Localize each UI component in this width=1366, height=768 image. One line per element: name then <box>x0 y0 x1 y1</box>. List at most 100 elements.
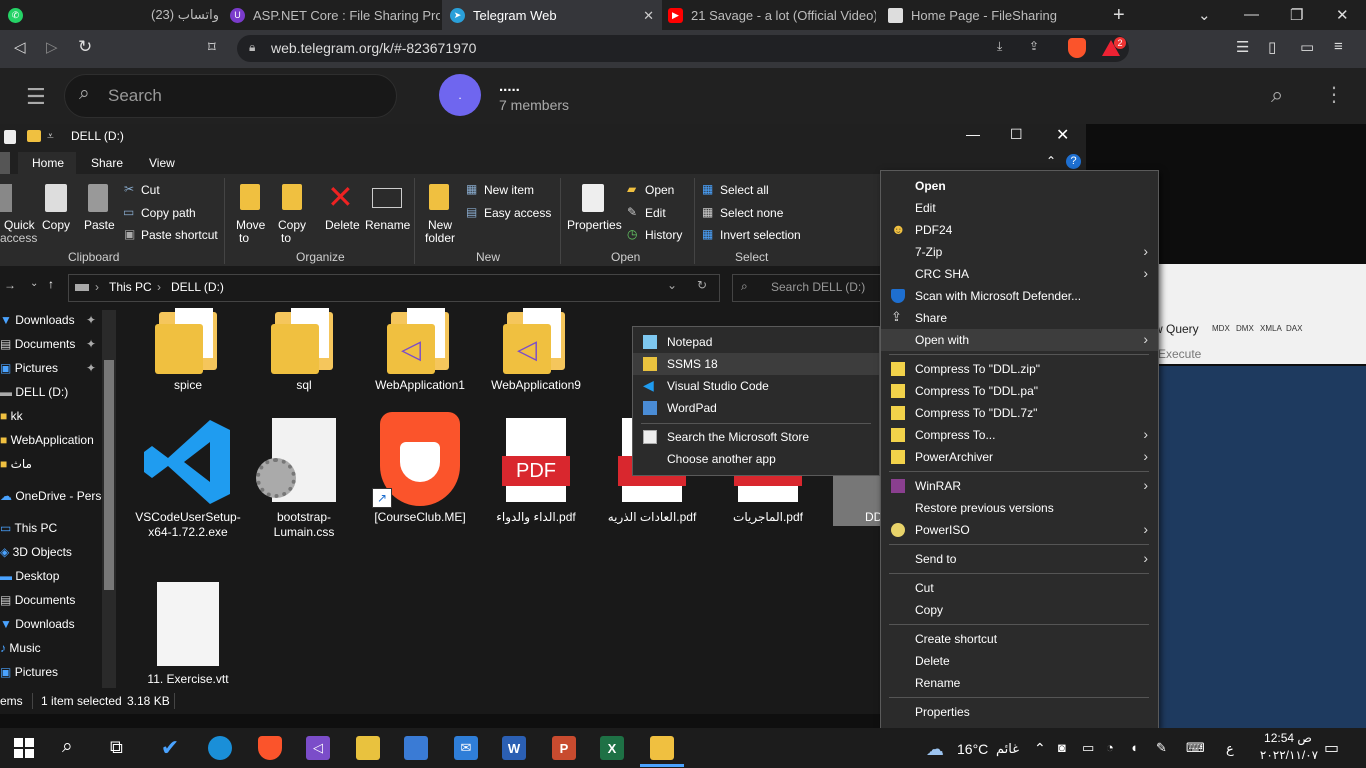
chevron-up-icon[interactable]: ⌃ <box>1034 740 1046 757</box>
file-item-label[interactable]: الماجريات.pdf <box>713 510 823 525</box>
menu-item-wordpad[interactable]: WordPad <box>633 397 879 419</box>
back-icon[interactable]: ◁ <box>14 38 26 56</box>
visual-studio-icon[interactable]: ◁ <box>306 736 330 760</box>
nav-item-downloads[interactable]: ▼ Downloads ✦ <box>0 313 96 327</box>
windows-start-icon[interactable] <box>14 738 34 758</box>
wallet-icon[interactable]: ▭ <box>1300 38 1314 56</box>
selected-file-item[interactable]: DD <box>833 476 882 526</box>
nav-item-documents-2[interactable]: ▤ Documents <box>0 593 75 607</box>
todo-icon[interactable]: ✔ <box>158 735 182 760</box>
file-item-label[interactable]: WebApplication9 <box>481 378 591 393</box>
menu-item-crc-sha[interactable]: CRC SHA › <box>881 263 1158 285</box>
menu-item-cut[interactable]: Cut <box>881 577 1158 599</box>
select-none-button[interactable]: Select none <box>720 206 783 220</box>
tab-aspnet[interactable]: U ASP.NET Core : File Sharing Project <box>230 0 440 30</box>
clock-time[interactable]: 12:54 ص <box>1258 731 1318 745</box>
install-icon[interactable]: ⤓ <box>997 39 1002 54</box>
copy-button[interactable]: Copy <box>42 218 70 232</box>
rename-button[interactable]: Rename <box>365 218 410 232</box>
nav-item-pictures-2[interactable]: ▣ Pictures <box>0 665 58 679</box>
restore-icon[interactable]: ❐ <box>1290 6 1303 24</box>
tab-home-page[interactable]: Home Page - FileSharing <box>888 0 1098 30</box>
menu-item-pdf24[interactable]: ☻ PDF24 <box>881 219 1158 241</box>
nav-item-3d-objects[interactable]: ◈ 3D Objects <box>0 545 72 559</box>
nav-item-math[interactable]: ■ ماث <box>0 457 32 471</box>
easy-access-button[interactable]: Easy access <box>484 206 551 220</box>
nav-item-music[interactable]: ♪ Music <box>0 641 41 655</box>
select-all-button[interactable]: Select all <box>720 183 769 197</box>
chat-search-icon[interactable]: ⌕ <box>1271 82 1283 108</box>
close-window-icon[interactable]: ✕ <box>1336 6 1349 24</box>
file-item-label[interactable]: bootstrap-Lumain.css <box>249 510 359 540</box>
address-bar[interactable]: › This PC › DELL (D:) ⌄ ↻ <box>68 274 720 302</box>
paste-button[interactable]: Paste <box>84 218 115 232</box>
chevron-down-icon[interactable]: ⌄ <box>667 278 677 292</box>
menu-item-powerarchiver[interactable]: PowerArchiver › <box>881 446 1158 468</box>
collapse-ribbon-icon[interactable]: ⌃ <box>1046 154 1056 168</box>
menu-item-notepad[interactable]: Notepad <box>633 331 879 353</box>
nav-item-documents[interactable]: ▤ Documents ✦ <box>0 337 96 351</box>
file-item-label[interactable]: WebApplication1 <box>365 378 475 393</box>
nav-item-webapplication[interactable]: ■ WebApplication <box>0 433 94 447</box>
nav-item-downloads-2[interactable]: ▼ Downloads <box>0 617 75 631</box>
mail-icon[interactable]: ✉ <box>454 736 478 760</box>
forward-icon[interactable]: ▷ <box>46 38 58 56</box>
file-item-label[interactable]: العادات الذريه.pdf <box>597 510 707 525</box>
help-icon[interactable]: ? <box>1066 154 1081 169</box>
history-button[interactable]: History <box>645 228 682 242</box>
scrollbar-thumb[interactable] <box>104 360 114 590</box>
invert-selection-button[interactable]: Invert selection <box>720 228 801 242</box>
new-folder-button[interactable]: New <box>428 218 452 232</box>
forward-nav-icon[interactable]: → <box>4 278 16 292</box>
nav-item-pictures[interactable]: ▣ Pictures ✦ <box>0 361 96 375</box>
menu-item-compress-zip[interactable]: Compress To "DDL.zip" <box>881 358 1158 380</box>
file-tab[interactable] <box>0 152 10 174</box>
menu-item-poweriso[interactable]: PowerISO › <box>881 519 1158 541</box>
powerpoint-icon[interactable]: P <box>552 736 576 760</box>
tab-telegram[interactable]: ➤ Telegram Web ✕ <box>442 0 662 30</box>
battery-icon[interactable]: ▭ <box>1082 740 1094 756</box>
file-item-label[interactable]: [CourseClub.ME] <box>365 510 475 525</box>
menu-item-vscode[interactable]: ◀ Visual Studio Code <box>633 375 879 397</box>
file-item-label[interactable]: sql <box>249 378 359 393</box>
copy-path-button[interactable]: Copy path <box>141 206 196 220</box>
tab-youtube[interactable]: ▶ 21 Savage - a lot (Official Video) ft. <box>668 0 876 30</box>
menu-item-winrar[interactable]: WinRAR › <box>881 475 1158 497</box>
cloud-icon[interactable]: ☁ <box>926 739 944 760</box>
menu-item-compress-pa[interactable]: Compress To "DDL.pa" <box>881 380 1158 402</box>
notification-icon[interactable]: ▭ <box>1324 738 1339 758</box>
menu-item-open-with[interactable]: Open with › <box>881 329 1158 351</box>
ssms-icon[interactable] <box>356 736 380 760</box>
brave-icon[interactable] <box>258 736 282 760</box>
cut-button[interactable]: Cut <box>141 183 160 197</box>
language-indicator[interactable]: ع <box>1226 741 1234 757</box>
hamburger-menu-icon[interactable]: ☰ <box>26 84 46 110</box>
clock-date[interactable]: ٢٠٢٢/١١/٠٧ <box>1254 748 1324 762</box>
bookmark-icon[interactable]: ⌑ <box>208 38 216 56</box>
file-explorer-icon[interactable] <box>650 736 674 760</box>
breadcrumb-this-pc[interactable]: This PC <box>109 280 152 294</box>
new-tab-icon[interactable]: + <box>1113 4 1125 27</box>
edit-button[interactable]: Edit <box>645 206 666 220</box>
reload-icon[interactable]: ↻ <box>78 37 92 57</box>
edge-icon[interactable] <box>208 736 232 760</box>
tab-home[interactable]: Home <box>32 156 64 170</box>
menu-item-compress-7z[interactable]: Compress To "DDL.7z" <box>881 402 1158 424</box>
weather-temp[interactable]: 16°C <box>957 741 988 757</box>
nav-item-this-pc[interactable]: ▭ This PC <box>0 521 57 535</box>
share-page-icon[interactable]: ⇪ <box>1029 39 1039 53</box>
nav-item-onedrive[interactable]: ☁ OneDrive - Person <box>0 489 115 503</box>
menu-icon[interactable]: ≡ <box>1334 38 1343 55</box>
camera-icon[interactable]: ◙ <box>1058 740 1066 755</box>
nav-item-kk[interactable]: ■ kk <box>0 409 23 423</box>
menu-item-choose-app[interactable]: Choose another app <box>633 448 879 470</box>
menu-item-copy[interactable]: Copy <box>881 599 1158 621</box>
nav-item-desktop[interactable]: ▬ Desktop <box>0 569 59 583</box>
menu-item-edit[interactable]: Edit <box>881 197 1158 219</box>
minimize-icon[interactable]: — <box>966 126 980 142</box>
paste-shortcut-button[interactable]: Paste shortcut <box>141 228 218 242</box>
brave-shields-icon[interactable] <box>1068 38 1086 58</box>
file-item-label[interactable]: الداء والدواء.pdf <box>481 510 591 525</box>
tab-whatsapp[interactable]: ✆ (23) واتساب <box>8 0 223 30</box>
tab-view[interactable]: View <box>149 156 175 170</box>
